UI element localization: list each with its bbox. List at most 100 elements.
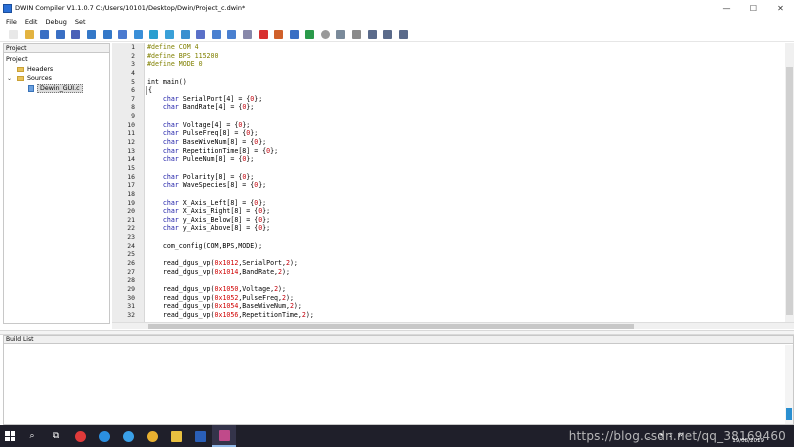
code-line[interactable]: read_dgus_vp(0x1012,SerialPort,2); [146,259,791,268]
code-token: ,RepetitionTime, [238,310,302,319]
outdent-icon[interactable] [227,30,237,39]
code-line[interactable]: char WaveSpecies[8] = {0}; [146,181,791,190]
step-out-icon[interactable] [398,30,408,39]
step-icon[interactable] [336,30,346,39]
menu-set[interactable]: Set [71,18,90,26]
window-controls: — ☐ ✕ [713,0,794,16]
tree-item-project[interactable]: Project [4,55,109,65]
code-line[interactable] [146,250,791,259]
code-line[interactable] [146,190,791,199]
copy-icon[interactable] [133,30,143,39]
code-line[interactable]: char PuleeNum[8] = {0}; [146,155,791,164]
find-next-icon[interactable] [180,30,190,39]
chrome-taskbar-button[interactable] [140,425,164,447]
undo-icon[interactable] [86,30,96,39]
replace-icon[interactable] [196,30,206,39]
code-token: y_Axis_Above[8] = { [178,224,259,233]
new-file-icon[interactable] [9,30,18,39]
comment-icon[interactable] [242,30,252,39]
code-line[interactable]: char y_Axis_Above[8] = {0}; [146,224,791,233]
build-icon[interactable] [274,30,284,39]
editor-vertical-scroll-thumb[interactable] [786,67,793,315]
code-line[interactable]: char RepetitionTime[8] = {0}; [146,147,791,156]
code-line[interactable]: char y_Axis_Below[8] = {0}; [146,216,791,225]
save-all-icon[interactable] [55,30,65,39]
close-file-icon[interactable] [71,30,81,39]
task-view-taskbar-button[interactable]: ⧉ [44,425,68,447]
code-line[interactable]: char BaseWiveNum[8] = {0}; [146,138,791,147]
menu-file[interactable]: File [0,18,21,26]
code-line[interactable]: #define BPS 115200 [146,52,791,61]
maximize-button[interactable]: ☐ [740,0,767,16]
code-line[interactable]: read_dgus_vp(0x1056,RepetitionTime,2); [146,311,791,320]
find-icon[interactable] [164,30,174,39]
start-button[interactable] [0,425,20,447]
save-icon[interactable] [40,30,50,39]
tree-label-headers: Headers [27,65,54,73]
code-line[interactable]: char Voltage[4] = {0}; [146,121,791,130]
file-explorer-taskbar-button[interactable] [164,425,188,447]
build-output-area[interactable] [4,345,784,424]
code-line[interactable] [146,233,791,242]
cut-icon[interactable] [118,30,128,39]
paste-icon[interactable] [149,30,159,39]
code-line[interactable]: read_dgus_vp(0x1054,BaseWiveNum,2); [146,302,791,311]
code-line[interactable]: char X_Axis_Left[8] = {0}; [146,199,791,208]
code-line[interactable]: { [146,86,791,95]
build-scroll-thumb[interactable] [786,408,792,420]
code-line[interactable]: char BandRate[4] = {0}; [146,103,791,112]
rebuild-icon[interactable] [289,30,299,39]
code-line[interactable]: char PulseFreq[8] = {0}; [146,129,791,138]
code-line[interactable]: #define MODE 0 [146,60,791,69]
step-into-icon[interactable] [367,30,377,39]
open-folder-icon[interactable] [24,30,34,39]
edge-taskbar-button[interactable] [92,425,116,447]
editor-horizontal-scrollbar[interactable] [112,322,794,329]
code-line[interactable]: char SerialPort[4] = {0}; [146,95,791,104]
code-token: }; [242,120,251,129]
code-line[interactable] [146,276,791,285]
code-token: read_dgus_vp( [147,284,215,293]
clock-date[interactable]: 19/08/2019 [732,438,764,444]
chrome-icon [146,430,158,442]
code-line[interactable]: read_dgus_vp(0x1052,PulseFreq,2); [146,294,791,303]
code-line[interactable]: int main() [146,78,791,87]
code-line[interactable] [146,69,791,78]
netease-music-taskbar-button[interactable] [68,425,92,447]
code-line[interactable] [146,164,791,173]
menu-edit[interactable]: Edit [21,18,42,26]
code-token: }; [246,155,255,164]
tree-item-dewin-gui-c[interactable]: Dewin_GUI.c [4,83,109,94]
line-number: 6 [131,86,135,95]
dwin-compiler-taskbar-button[interactable] [212,425,236,447]
redo-icon[interactable] [102,30,112,39]
menu-debug[interactable]: Debug [41,18,70,26]
tree-item-headers[interactable]: Headers [4,65,109,75]
code-line[interactable]: char Polarity[8] = {0}; [146,173,791,182]
step-over-icon[interactable] [383,30,393,39]
code-line[interactable] [146,112,791,121]
code-line[interactable]: read_dgus_vp(0x1014,BandRate,2); [146,268,791,277]
stop-icon[interactable] [352,30,362,39]
code-line[interactable]: char X_Axis_Right[8] = {0}; [146,207,791,216]
chevron-down-icon[interactable]: ⌄ [6,75,13,82]
code-line[interactable]: #define COM 4 [146,43,791,52]
minimize-button[interactable]: — [713,0,740,16]
run-icon[interactable] [305,30,315,39]
close-button[interactable]: ✕ [767,0,794,16]
code-editor[interactable]: 1 2 3 4 5 6 7 8 9 10 11 12 13 14 15 16 17 18 19 20 21 22 23 24 2… [112,43,794,329]
k-app-taskbar-button[interactable] [116,425,140,447]
debug-icon[interactable] [320,30,330,39]
code-line[interactable]: read_dgus_vp(0x1050,Voltage,2); [146,285,791,294]
editor-vertical-scrollbar[interactable] [785,43,794,322]
search-taskbar-button[interactable]: ⌕ [20,425,44,447]
indent-icon[interactable] [211,30,221,39]
code-line[interactable]: com_config(COM,BPS,MODE); [146,242,791,251]
tree-item-sources[interactable]: ⌄ Sources [4,74,109,84]
breakpoint-icon[interactable] [258,30,268,39]
code-text-area[interactable]: #define COM 4 #define BPS 115200 #define M… [146,43,791,322]
editor-horizontal-scroll-thumb[interactable] [148,324,634,329]
word-taskbar-button[interactable] [188,425,212,447]
build-vertical-scrollbar[interactable] [785,345,793,424]
